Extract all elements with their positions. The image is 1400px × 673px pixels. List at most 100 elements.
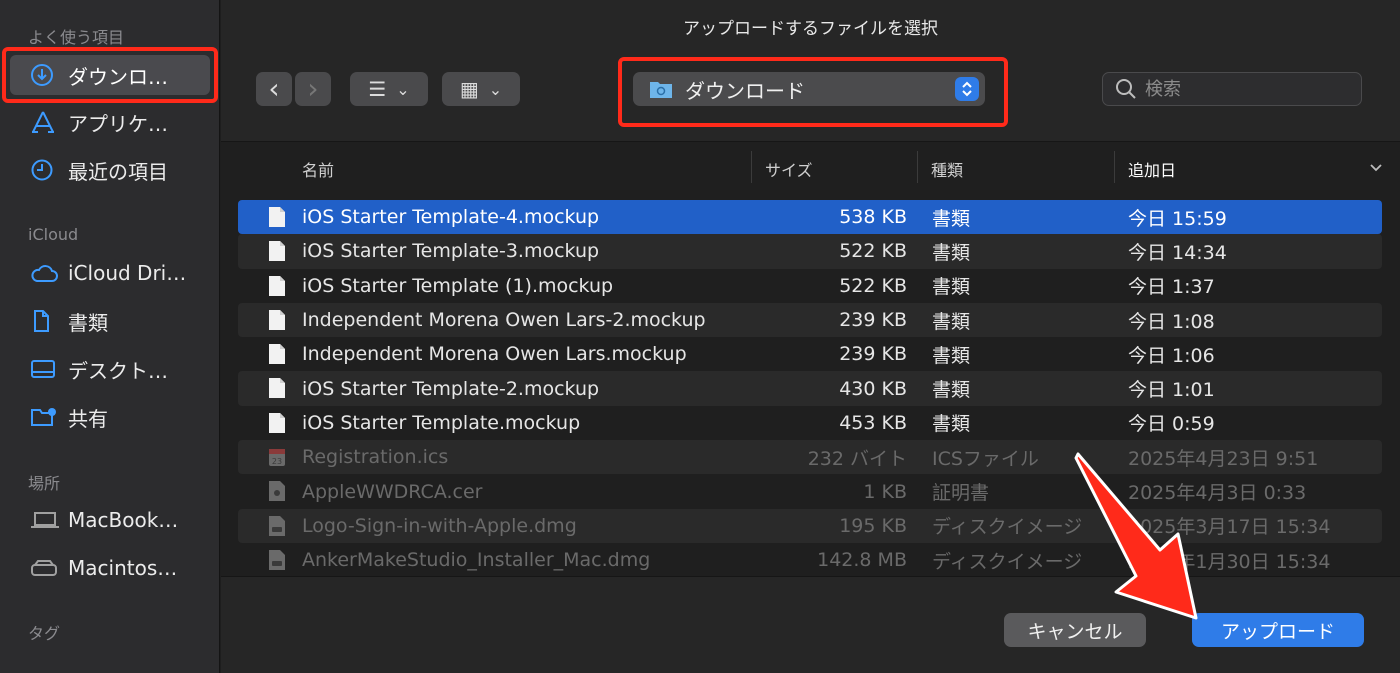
document-file-icon (269, 378, 285, 399)
sidebar-item-recents[interactable]: 最近の項目 (0, 150, 220, 190)
grid-view-button[interactable]: ▦ ⌄ (442, 72, 520, 106)
file-row[interactable]: iOS Starter Template (1).mockup 522 KB 書類 今… (238, 269, 1382, 303)
list-view-button[interactable]: ☰ ⌄ (350, 72, 428, 106)
upload-button[interactable]: アップロード (1192, 613, 1364, 647)
sidebar-item-applications[interactable]: アプリケ… (0, 102, 220, 142)
file-row[interactable]: Independent Morena Owen Lars.mockup 239 K… (238, 337, 1382, 371)
file-row[interactable]: iOS Starter Template-3.mockup 522 KB 書類 今日 … (238, 234, 1382, 269)
sidebar-item-label: アプリケ… (68, 111, 168, 136)
file-size: 522 KB (839, 240, 907, 263)
sort-chevron-icon[interactable] (1369, 163, 1383, 173)
icloud-heading: iCloud (28, 225, 79, 244)
file-kind: 書類 (932, 276, 971, 299)
document-file-icon (269, 207, 285, 227)
file-kind: 書類 (932, 207, 971, 230)
file-row: 23 Registration.ics 232 バイト ICSファイル 2025年4月2… (238, 440, 1382, 475)
file-size: 239 KB (839, 343, 907, 366)
file-row: AnkerMakeStudio_Installer_Mac.dmg 142.8 M… (238, 543, 1382, 576)
file-kind: ICSファイル (932, 447, 1039, 470)
file-date-added: 2025年4月3日 0:33 (1128, 482, 1307, 505)
document-file-icon (269, 309, 285, 330)
file-row[interactable]: iOS Starter Template-4.mockup 538 KB 書類 今日 … (238, 200, 1382, 235)
download-circle-icon (30, 62, 60, 88)
sidebar-item-shared[interactable]: 共有 (0, 397, 220, 437)
locations-heading: 場所 (28, 474, 61, 493)
sidebar-item-documents[interactable]: 書類 (0, 301, 220, 341)
file-kind: ディスクイメージ (932, 516, 1083, 539)
sidebar-item-macintosh-hd[interactable]: Macintos… (0, 548, 220, 588)
column-name[interactable]: 名前 (302, 157, 334, 181)
chevron-right-icon: › (307, 72, 319, 105)
cancel-button[interactable]: キャンセル (1004, 613, 1146, 647)
sidebar-item-macbook[interactable]: MacBook… (0, 500, 220, 540)
file-kind: ディスクイメージ (932, 550, 1083, 573)
applications-icon (30, 109, 60, 135)
stepper-icon (955, 77, 979, 101)
column-date-added[interactable]: 追加日 (1128, 157, 1176, 181)
file-kind: 書類 (932, 241, 971, 264)
file-size: 430 KB (839, 377, 907, 400)
file-name: Logo-Sign-in-with-Apple.dmg (302, 514, 577, 537)
file-size: 239 KB (839, 309, 907, 332)
calendar-file-icon: 23 (269, 449, 285, 467)
file-row[interactable]: iOS Starter Template-2.mockup 430 KB 書類 今日 … (238, 371, 1382, 406)
file-list: iOS Starter Template-4.mockup 538 KB 書類 今日 … (238, 200, 1382, 576)
svg-text:23: 23 (272, 457, 282, 466)
file-size: 522 KB (839, 274, 907, 297)
file-size: 195 KB (839, 514, 907, 537)
chevron-down-icon: ⌄ (396, 79, 410, 99)
back-button[interactable]: ‹ (256, 72, 292, 106)
chevron-left-icon: ‹ (268, 72, 280, 105)
sidebar-item-label: 最近の項目 (68, 159, 168, 184)
dialog-title: アップロードするファイルを選択 (683, 19, 938, 39)
toolbar: アップロードするファイルを選択 ‹ › ☰ ⌄ ▦ ⌄ ダウンロード (221, 0, 1400, 142)
search-field[interactable] (1102, 72, 1362, 106)
file-name: iOS Starter Template.mockup (302, 411, 581, 434)
document-icon (30, 308, 60, 334)
column-size[interactable]: サイズ (765, 157, 813, 181)
search-input[interactable] (1145, 78, 1345, 100)
main-panel: アップロードするファイルを選択 ‹ › ☰ ⌄ ▦ ⌄ ダウンロード 検索 名前… (221, 0, 1400, 673)
file-date-added: 今日 14:34 (1128, 241, 1227, 264)
sidebar-item-label: 書類 (68, 310, 108, 335)
search-icon (1116, 79, 1136, 99)
column-divider[interactable] (1114, 151, 1115, 183)
sidebar-item-label: Macintos… (68, 556, 178, 580)
sidebar: よく使う項目 ダウンロ… アプリケ… 最近の項目 iCloud iCloud D… (0, 0, 220, 673)
file-name: Registration.ics (302, 446, 449, 469)
desktop-icon (30, 356, 60, 382)
column-divider[interactable] (917, 151, 918, 183)
file-date-added: 2025年4月23日 9:51 (1128, 447, 1319, 470)
column-divider[interactable] (751, 151, 752, 183)
file-size: 1 KB (863, 480, 907, 503)
file-date-added: 2025年3月17日 15:34 (1128, 516, 1331, 539)
forward-button[interactable]: › (295, 72, 331, 106)
file-date-added: 今日 1:37 (1128, 276, 1215, 299)
file-kind: 書類 (932, 413, 971, 436)
file-name: AnkerMakeStudio_Installer_Mac.dmg (302, 549, 651, 572)
file-row[interactable]: iOS Starter Template.mockup 453 KB 書類 今日 0:… (238, 406, 1382, 440)
file-name: iOS Starter Template-2.mockup (302, 377, 600, 400)
column-kind[interactable]: 種類 (931, 157, 963, 181)
sidebar-item-downloads[interactable]: ダウンロ… (10, 55, 210, 95)
footer: キャンセル アップロード (221, 576, 1400, 673)
sidebar-item-desktop[interactable]: デスクト… (0, 349, 220, 389)
file-date-added: 今日 0:59 (1128, 413, 1215, 436)
file-size: 232 バイト (807, 447, 907, 470)
file-kind: 証明書 (932, 482, 990, 505)
list-icon: ☰ (368, 77, 387, 101)
file-row[interactable]: Independent Morena Owen Lars-2.mockup 239… (238, 302, 1382, 338)
document-file-icon (269, 275, 285, 296)
sidebar-item-icloud-drive[interactable]: iCloud Dri… (0, 253, 220, 293)
clock-icon (30, 157, 60, 183)
file-name: Independent Morena Owen Lars-2.mockup (302, 309, 706, 332)
sidebar-item-label: ダウンロ… (68, 64, 168, 89)
file-date-added: 今日 1:08 (1128, 310, 1215, 333)
sidebar-item-label: iCloud Dri… (68, 261, 187, 285)
favorites-heading: よく使う項目 (28, 28, 125, 47)
sidebar-item-label: デスクト… (68, 358, 168, 383)
location-popup[interactable]: ダウンロード (633, 72, 985, 106)
file-kind: 書類 (932, 379, 971, 402)
file-size: 538 KB (839, 206, 907, 229)
cloud-icon (30, 260, 60, 286)
